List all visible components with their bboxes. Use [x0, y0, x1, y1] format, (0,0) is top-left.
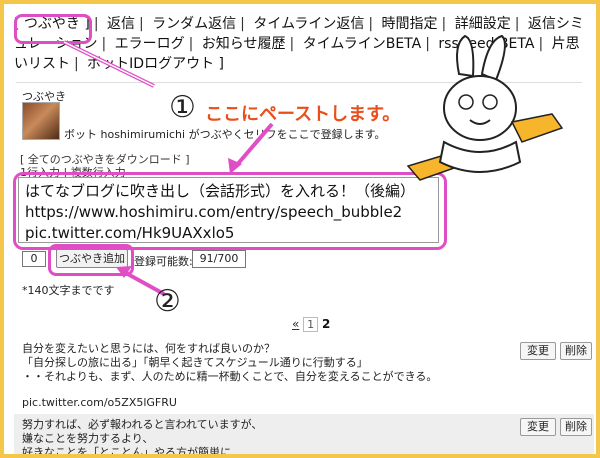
paste-here-callout: ここにペーストします。	[205, 104, 401, 125]
page-frame: [ つぶやき ] | 返信 | ランダム返信 | タイムライン返信 | 時間指定 | 詳細…	[0, 0, 600, 458]
arrow-icon	[63, 40, 155, 88]
annotation-overlay	[63, 34, 564, 296]
step-2-label: ②	[154, 284, 181, 319]
rabbit-mascot-icon	[406, 34, 564, 181]
step-1-label: ①	[169, 90, 196, 125]
arrow-icon	[228, 122, 274, 174]
